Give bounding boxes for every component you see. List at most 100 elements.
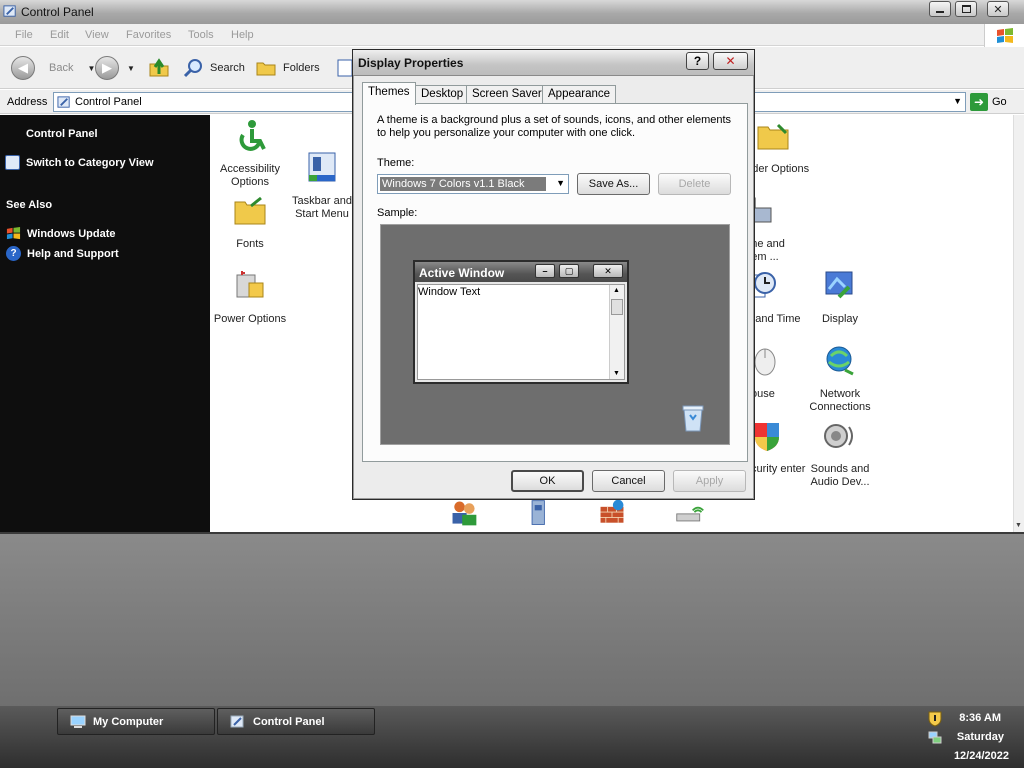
address-value: Control Panel (75, 96, 142, 108)
vertical-scrollbar[interactable]: ▼ (1013, 115, 1024, 532)
desktop-background (0, 532, 1024, 707)
up-button[interactable] (147, 55, 171, 81)
scroll-down-arrow-icon[interactable]: ▼ (1015, 522, 1022, 529)
power-icon (236, 271, 264, 298)
back-arrow-icon: ◀ (11, 56, 35, 80)
control-panel-address-icon (57, 96, 70, 108)
theme-selected-value: Windows 7 Colors v1.1 Black (380, 177, 546, 191)
tab-desktop[interactable]: Desktop (415, 85, 470, 104)
go-button[interactable]: ➜ Go (970, 93, 1007, 111)
applet-sounds-and-audio-devices[interactable]: Sounds and Audio Dev... (803, 419, 877, 489)
ok-button[interactable]: OK (511, 470, 584, 492)
taskbar-button-my-computer[interactable]: My Computer (57, 708, 215, 735)
folder-options-icon (757, 123, 789, 150)
search-button[interactable]: Search (182, 55, 245, 81)
system-icon[interactable] (525, 498, 555, 528)
my-computer-icon (70, 715, 86, 728)
security-shield-tray-icon[interactable] (928, 711, 942, 727)
applet-fonts[interactable]: Fonts (213, 194, 287, 251)
switch-view-label: Switch to Category View (26, 156, 154, 169)
address-dropdown-icon[interactable]: ▼ (953, 96, 962, 106)
menu-view[interactable]: View (85, 29, 109, 41)
applet-taskbar-and-start-menu[interactable]: Taskbar and Start Menu (285, 151, 359, 221)
user-accounts-icon[interactable] (447, 498, 481, 528)
applet-display[interactable]: Display (803, 269, 877, 326)
applet-label: Taskbar and Start Menu (292, 195, 352, 220)
go-arrow-icon: ➜ (970, 93, 988, 111)
preview-maximize-icon: ▢ (559, 264, 579, 278)
folders-label: Folders (283, 62, 320, 74)
dialog-titlebar[interactable]: Display Properties ? ✕ (353, 50, 754, 76)
clock-time[interactable]: 8:36 AM (959, 712, 1001, 724)
window-title: Control Panel (21, 5, 94, 19)
recycle-bin-icon (682, 405, 704, 432)
minimize-button[interactable] (929, 1, 951, 17)
tab-themes[interactable]: Themes (362, 82, 416, 105)
windows-update-link[interactable]: Windows Update (6, 226, 116, 241)
chevron-down-icon: ▼ (556, 178, 565, 188)
clock-day: Saturday (956, 731, 1004, 743)
task-sidebar: Control Panel Switch to Category View Se… (0, 115, 210, 532)
applet-label: ouse (751, 388, 775, 400)
forward-dropdown-icon: ▼ (127, 63, 135, 73)
menu-edit[interactable]: Edit (50, 29, 69, 41)
applet-label: Sounds and Audio Dev... (810, 463, 870, 488)
help-and-support-link[interactable]: ? Help and Support (6, 246, 119, 261)
preview-minimize-icon: – (535, 264, 555, 278)
dialog-close-button[interactable]: ✕ (713, 52, 748, 70)
help-and-support-label: Help and Support (27, 247, 119, 260)
windows-flag-icon (997, 28, 1013, 43)
tab-screen-saver[interactable]: Screen Saver (466, 85, 548, 104)
applet-accessibility-options[interactable]: Accessibility Options (213, 119, 287, 189)
windows-firewall-icon[interactable] (595, 498, 629, 528)
theme-label: Theme: (377, 157, 415, 169)
views-icon (337, 59, 353, 77)
see-also-heading: See Also (6, 199, 53, 211)
save-as-button[interactable]: Save As... (577, 173, 650, 195)
views-button[interactable] (337, 55, 353, 81)
forward-button[interactable]: ▶ ▼ (95, 55, 135, 81)
security-center-icon (755, 423, 779, 451)
preview-scroll-down-icon: ▼ (613, 370, 620, 377)
minimize-icon (936, 11, 944, 13)
wireless-network-icon[interactable] (673, 498, 707, 528)
menu-file[interactable]: File (15, 29, 33, 41)
delete-button[interactable]: Delete (658, 173, 731, 195)
control-panel-titlebar[interactable]: Control Panel ✕ (0, 0, 1024, 24)
menu-help[interactable]: Help (231, 29, 254, 41)
taskbar-button-control-panel[interactable]: Control Panel (217, 708, 375, 735)
preview-window-text: Window Text (418, 286, 481, 298)
windows-logo (984, 24, 1024, 48)
applet-power-options[interactable]: Power Options (213, 269, 287, 326)
sounds-icon (824, 424, 853, 448)
applet-label: Fonts (236, 238, 264, 250)
switch-category-view-link[interactable]: Switch to Category View (5, 155, 154, 170)
theme-preview: Active Window – ▢ ✕ Window Text ▲ ▼ (380, 224, 730, 445)
back-button[interactable]: ◀ Back ▼ (11, 55, 95, 81)
restore-button[interactable] (955, 1, 977, 17)
network-tray-icon[interactable] (928, 730, 942, 744)
preview-window-titlebar: Active Window – ▢ ✕ (415, 262, 627, 282)
close-button[interactable]: ✕ (987, 1, 1009, 17)
help-icon: ? (6, 246, 21, 261)
control-panel-task-icon (230, 715, 244, 727)
themes-tab-panel: A theme is a background plus a set of so… (362, 103, 748, 462)
folders-button[interactable]: Folders (255, 55, 320, 81)
preview-scroll-up-icon: ▲ (613, 287, 620, 294)
fonts-folder-icon (234, 196, 266, 225)
cancel-button[interactable]: Cancel (592, 470, 665, 492)
search-label: Search (210, 62, 245, 74)
theme-dropdown[interactable]: Windows 7 Colors v1.1 Black ▼ (377, 174, 569, 194)
taskbar: My Computer Control Panel 8:36 AM Saturd… (0, 706, 1024, 768)
dialog-help-button[interactable]: ? (686, 52, 709, 70)
applet-network-connections[interactable]: Network Connections (803, 344, 877, 414)
applet-label: Network Connections (809, 388, 871, 413)
menu-favorites[interactable]: Favorites (126, 29, 171, 41)
applet-label: Accessibility Options (220, 163, 280, 188)
tab-appearance[interactable]: Appearance (542, 85, 617, 104)
apply-button[interactable]: Apply (673, 470, 746, 492)
taskbar-icon (308, 152, 336, 182)
menu-tools[interactable]: Tools (188, 29, 214, 41)
clock-date: 12/24/2022 (953, 750, 1009, 762)
preview-scrollbar: ▲ ▼ (609, 285, 624, 379)
